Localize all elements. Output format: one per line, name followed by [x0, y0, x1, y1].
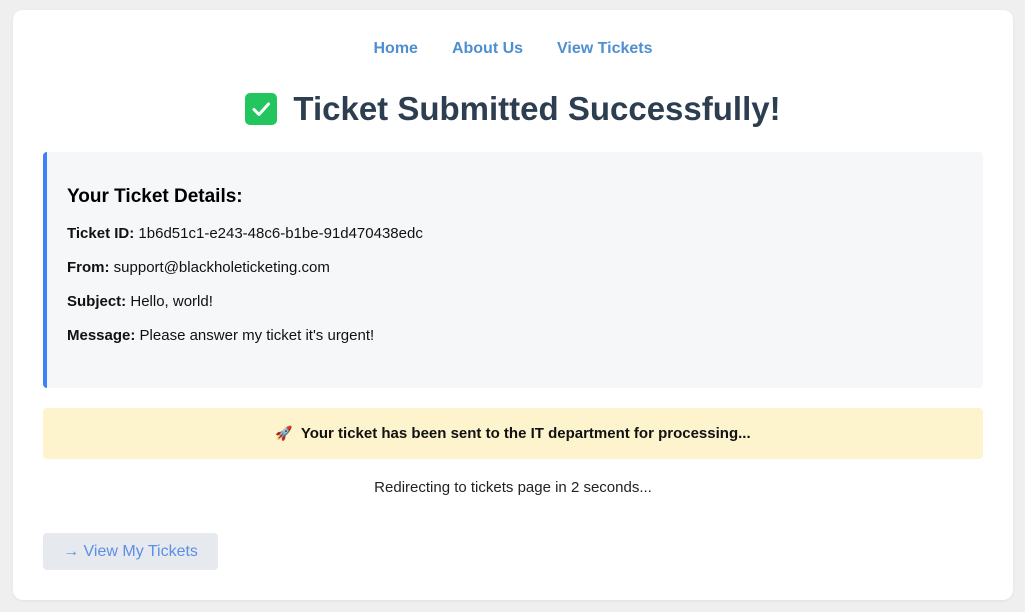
- ticket-id-row: Ticket ID: 1b6d51c1-e243-48c6-b1be-91d47…: [67, 224, 963, 243]
- nav-home-link[interactable]: Home: [373, 40, 417, 58]
- processing-notice-text: Your ticket has been sent to the IT depa…: [300, 425, 751, 442]
- nav-view-tickets-link[interactable]: View Tickets: [557, 40, 652, 58]
- from-value: support@blackholeticketing.com: [113, 259, 330, 276]
- main-card: Home About Us View Tickets Ticket Submit…: [13, 10, 1013, 600]
- page-title: Ticket Submitted Successfully!: [293, 90, 781, 127]
- redirect-message: Redirecting to tickets page in 2 seconds…: [374, 479, 652, 496]
- view-my-tickets-button[interactable]: → View My Tickets: [43, 533, 218, 570]
- rocket-icon: 🚀: [275, 425, 293, 441]
- message-value: Please answer my ticket it's urgent!: [139, 327, 375, 344]
- ticket-details-heading: Your Ticket Details:: [67, 186, 243, 207]
- message-label: Message:: [67, 327, 136, 344]
- from-row: From: support@blackholeticketing.com: [67, 258, 963, 277]
- subject-row: Subject: Hello, world!: [67, 292, 963, 311]
- subject-value: Hello, world!: [130, 293, 213, 310]
- check-box-icon: [245, 93, 278, 125]
- nav-about-us-link[interactable]: About Us: [452, 40, 523, 58]
- from-label: From:: [67, 259, 110, 276]
- top-nav: Home About Us View Tickets: [13, 40, 1013, 58]
- ticket-details-panel: Your Ticket Details: Ticket ID: 1b6d51c1…: [43, 152, 983, 388]
- ticket-id-value: 1b6d51c1-e243-48c6-b1be-91d470438edc: [138, 225, 423, 242]
- subject-label: Subject:: [67, 293, 127, 310]
- processing-notice: 🚀 Your ticket has been sent to the IT de…: [43, 408, 983, 459]
- message-row: Message: Please answer my ticket it's ur…: [67, 326, 963, 345]
- title-row: Ticket Submitted Successfully!: [13, 90, 1013, 128]
- ticket-id-label: Ticket ID:: [67, 225, 135, 242]
